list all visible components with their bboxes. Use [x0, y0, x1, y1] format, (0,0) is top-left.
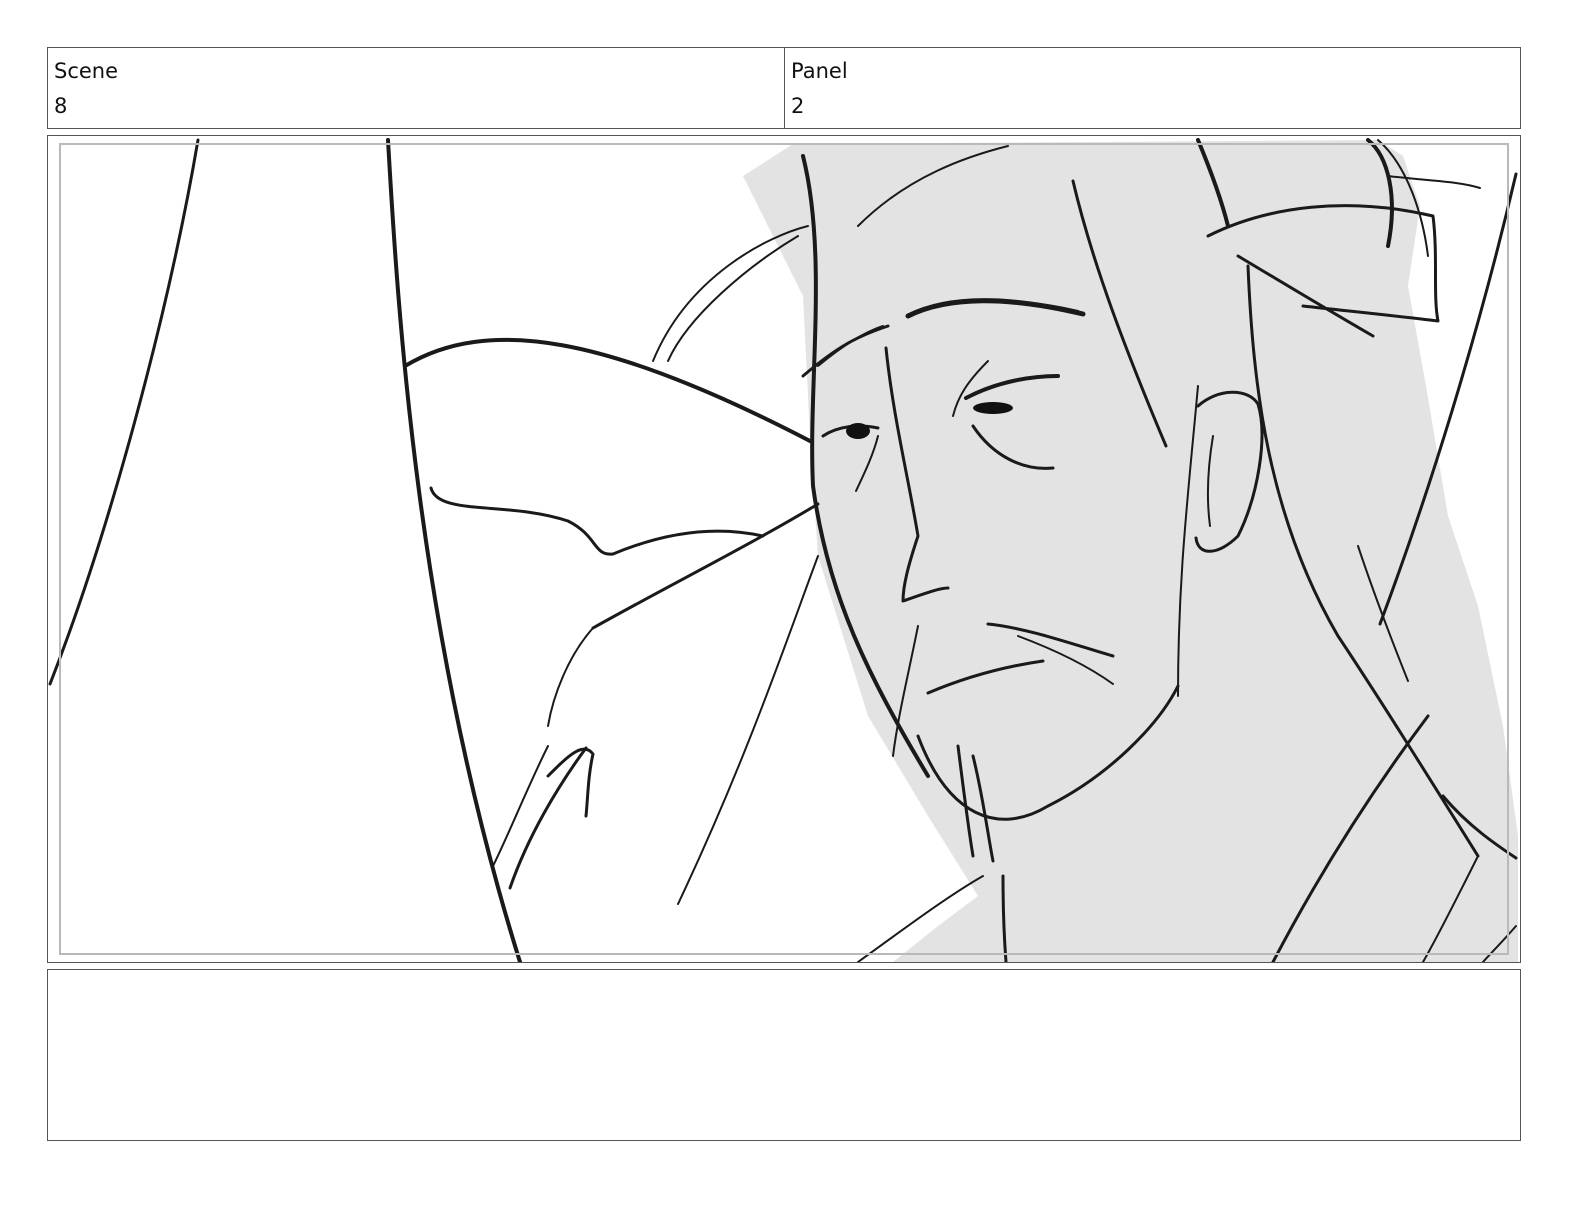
hair-strand-2	[667, 235, 799, 362]
storyboard-header: Scene 8 Panel 2	[47, 47, 1521, 129]
panel-notes[interactable]	[47, 969, 1521, 1141]
panel-label: Panel	[791, 59, 848, 83]
cloak-line-4	[546, 747, 595, 818]
scene-cell: Scene 8	[48, 48, 784, 128]
cloak-line-1	[547, 627, 594, 727]
scene-number: 8	[54, 94, 68, 118]
panel-number: 2	[791, 94, 805, 118]
pupil-left	[846, 423, 870, 439]
pole-bottom-line	[591, 502, 820, 630]
panel-cell: Panel 2	[784, 48, 1520, 128]
scene-label: Scene	[54, 59, 119, 83]
pupil-right	[973, 402, 1013, 414]
storyboard-panel	[47, 135, 1521, 963]
cloak-line-3	[508, 746, 588, 890]
curtain-edge-line	[386, 138, 522, 962]
cloak-line-2	[492, 745, 549, 867]
character-shading	[743, 140, 1518, 962]
cloak-line-5	[677, 555, 819, 905]
panel-sketch	[48, 138, 1518, 962]
left-pillar-line	[48, 138, 200, 686]
hill-line	[429, 486, 765, 556]
pole-top-line	[403, 337, 812, 443]
